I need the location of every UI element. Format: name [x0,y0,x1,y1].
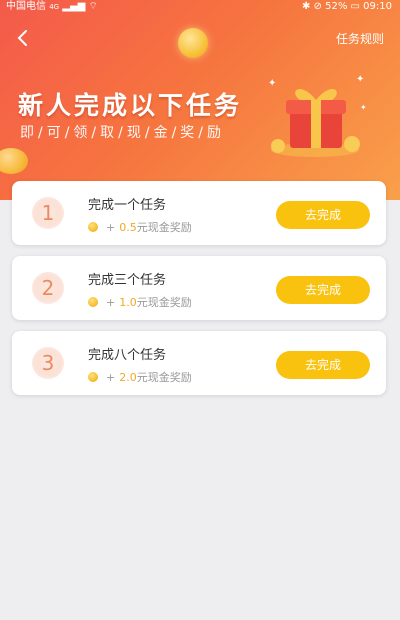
reward-plus: + [106,220,116,234]
svg-text:✦: ✦ [268,78,276,89]
coin-icon [88,297,98,307]
task-reward: + 1.0 元现金奖励 [88,294,192,310]
task-card: 1 完成一个任务 + 0.5 元现金奖励 去完成 [12,181,386,245]
svg-text:✦: ✦ [360,103,367,112]
task-title: 完成一个任务 [88,198,167,213]
gift-box-icon: ✦ ✦ ✦ [268,74,367,157]
status-bar: 中国电信 4G ▂▄▆ ⌔ ✱ ⊘ 52% ▭ 09:10 [0,0,400,14]
reward-suffix: 元现金奖励 [136,371,192,384]
task-number: 3 [32,347,64,379]
back-button[interactable] [8,24,36,52]
battery-icon: ▭ [350,1,360,12]
chevron-left-icon [17,30,27,46]
task-title: 完成八个任务 [88,348,167,363]
reward-plus: + [106,295,116,309]
go-complete-button[interactable]: 去完成 [276,351,370,379]
coin-icon [0,148,28,174]
reward-amount: 2.0 [119,370,137,384]
reward-plus: + [106,370,116,384]
clock: 09:10 [363,1,392,12]
svg-text:✦: ✦ [356,74,364,85]
task-reward: + 2.0 元现金奖励 [88,369,192,385]
hero-banner: 中国电信 4G ▂▄▆ ⌔ ✱ ⊘ 52% ▭ 09:10 任务规则 新人完成以… [0,0,400,200]
coin-icon [88,222,98,232]
coin-icon [178,28,208,58]
bluetooth-icon: ✱ [301,1,311,12]
signal-icon: ▂▄▆ [62,1,86,12]
task-number: 2 [32,272,64,304]
task-title: 完成三个任务 [88,273,167,288]
go-complete-button[interactable]: 去完成 [276,201,370,229]
hero-subtitle: 即/可/领/取/现/金/奖/励 [20,125,226,141]
wifi-icon: ⌔ [88,1,98,12]
task-card: 3 完成八个任务 + 2.0 元现金奖励 去完成 [12,331,386,395]
mute-icon: ⊘ [313,1,322,12]
reward-suffix: 元现金奖励 [136,296,192,309]
reward-amount: 0.5 [119,220,137,234]
hero-title: 新人完成以下任务 [18,91,243,120]
task-card: 2 完成三个任务 + 1.0 元现金奖励 去完成 [12,256,386,320]
go-complete-button[interactable]: 去完成 [276,276,370,304]
task-rules-link[interactable]: 任务规则 [336,30,384,47]
reward-suffix: 元现金奖励 [136,221,192,234]
reward-amount: 1.0 [119,295,137,309]
coin-icon [88,372,98,382]
battery-percent: 52% [325,1,348,12]
carrier-name: 中国电信 [6,1,46,12]
network-type: 4G [49,3,60,11]
task-number: 1 [32,197,64,229]
task-reward: + 0.5 元现金奖励 [88,219,192,235]
